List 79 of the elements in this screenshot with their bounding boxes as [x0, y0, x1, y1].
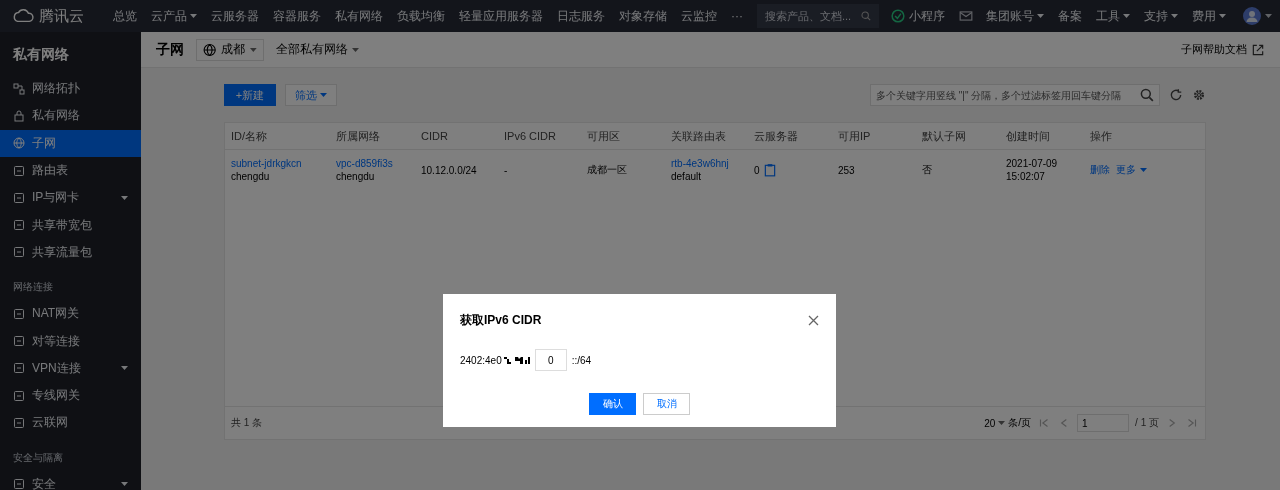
sidebar-heading: 网络连接 — [12, 280, 54, 295]
page-input[interactable]: 1 — [1077, 414, 1130, 432]
table-cell-text: chengdu — [231, 171, 271, 182]
table-cell-text: 253 — [838, 164, 856, 176]
page-size-label: 条/页 — [1008, 416, 1032, 430]
page-size-select[interactable]: 20 — [984, 417, 1006, 429]
sidebar-item[interactable]: 专线网关 — [0, 381, 141, 410]
column-header: 默认子网 — [922, 128, 967, 144]
help-link[interactable]: 子网帮助文档 — [1181, 42, 1265, 57]
sidebar-item[interactable]: 云联网 — [0, 409, 141, 437]
column-header: 可用IP — [838, 128, 872, 144]
sidebar-item[interactable]: NAT网关 — [0, 300, 141, 328]
filter-button[interactable]: 筛选 — [285, 84, 337, 106]
column-header: ID/名称 — [231, 128, 269, 144]
column-header: 操作 — [1090, 128, 1113, 144]
nav-link[interactable]: 支持 — [1137, 7, 1185, 25]
nav-link[interactable]: 云产品 — [144, 7, 204, 25]
nav-link[interactable]: 对象存储 — [612, 7, 674, 25]
nav-link[interactable]: 集团账号 — [979, 7, 1051, 25]
sidebar-item[interactable]: 共享带宽包 — [0, 211, 141, 239]
column-header: 创建时间 — [1006, 128, 1051, 144]
sidebar-item[interactable]: 网络拓扑 — [0, 75, 141, 103]
prefix-input[interactable]: 0 — [534, 349, 567, 371]
column-header: 云服务器 — [754, 128, 799, 144]
sidebar-item[interactable]: IP与网卡 — [0, 184, 141, 212]
table-link[interactable]: rtb-4e3w6hnj — [671, 158, 754, 169]
table-cell: 0 — [754, 164, 760, 176]
nav-link[interactable]: 总览 — [106, 7, 144, 25]
nav-link[interactable]: 费用 — [1185, 7, 1233, 25]
dialog-title: 获取IPv6 CIDR — [460, 312, 542, 329]
table-cell-text: 否 — [922, 163, 933, 177]
nav-link[interactable]: 云服务器 — [204, 7, 266, 25]
column-header: 关联路由表 — [671, 128, 727, 144]
confirm-button[interactable]: 确认 — [589, 393, 636, 415]
nav-link[interactable]: 私有网络 — [328, 7, 390, 25]
nav-link[interactable]: 负载均衡 — [390, 7, 452, 25]
sidebar-item[interactable]: 对等连接 — [0, 327, 141, 355]
logo-text: 腾讯云 — [39, 6, 84, 26]
sidebar-item[interactable]: 私有网络 — [0, 102, 141, 130]
region-select[interactable]: 成都 — [196, 38, 264, 61]
table-cell-text: 15:02:07 — [1006, 171, 1046, 182]
sidebar-item[interactable]: 子网 — [0, 129, 141, 157]
cancel-button[interactable]: 取消 — [643, 393, 690, 415]
table-cell-text: chengdu — [336, 171, 376, 182]
column-header: CIDR — [421, 130, 449, 142]
table-link[interactable]: subnet-jdrkgkcn — [231, 158, 336, 169]
nav-link[interactable]: 容器服务 — [266, 7, 328, 25]
new-button[interactable]: +新建 — [224, 84, 276, 106]
nav-link[interactable]: 备案 — [1051, 7, 1089, 25]
search-field[interactable]: 多个关键字用竖线 "|" 分隔，多个过滤标签用回车键分隔 — [870, 84, 1160, 106]
sidebar-heading: 安全与隔离 — [12, 450, 64, 465]
mini-program-link[interactable]: 小程序 — [891, 7, 945, 25]
nav-link[interactable]: ··· — [724, 9, 750, 23]
table-cell-text: - — [504, 164, 509, 176]
column-header: IPv6 CIDR — [504, 130, 557, 142]
table-cell-text: default — [671, 171, 703, 182]
nav-link[interactable]: 工具 — [1089, 7, 1137, 25]
search-field[interactable]: 搜索产品、文档... — [757, 4, 879, 28]
column-header: 所属网络 — [336, 128, 381, 144]
table-link[interactable]: vpc-d859fi3s — [336, 158, 421, 169]
ipv6-prefix: 2402:4e0 — [460, 354, 502, 366]
nav-link[interactable]: 云监控 — [674, 7, 724, 25]
table-cell-text: 10.12.0.0/24 — [421, 164, 478, 176]
table-cell-text: 2021-07-09 — [1006, 158, 1059, 169]
vpc-select[interactable]: 全部私有网络 — [276, 41, 359, 58]
action-link[interactable]: 更多 — [1116, 163, 1147, 177]
sidebar-item[interactable]: VPN连接 — [0, 354, 141, 382]
sidebar-title: 私有网络 — [12, 45, 70, 64]
total-count: 共 1 条 — [231, 416, 263, 430]
ipv6-suffix: ::/64 — [571, 354, 592, 366]
column-header: 可用区 — [587, 128, 621, 144]
nav-link[interactable]: 日志服务 — [550, 7, 612, 25]
table-cell-text: 成都一区 — [587, 163, 628, 177]
sidebar-item[interactable]: 安全 — [0, 470, 141, 490]
page-count: / 1 页 — [1135, 416, 1159, 430]
page-title: 子网 — [156, 40, 184, 59]
sidebar-item[interactable]: 共享流量包 — [0, 238, 141, 267]
action-link[interactable]: 删除 — [1090, 163, 1110, 177]
nav-link[interactable]: 轻量应用服务器 — [452, 7, 550, 25]
